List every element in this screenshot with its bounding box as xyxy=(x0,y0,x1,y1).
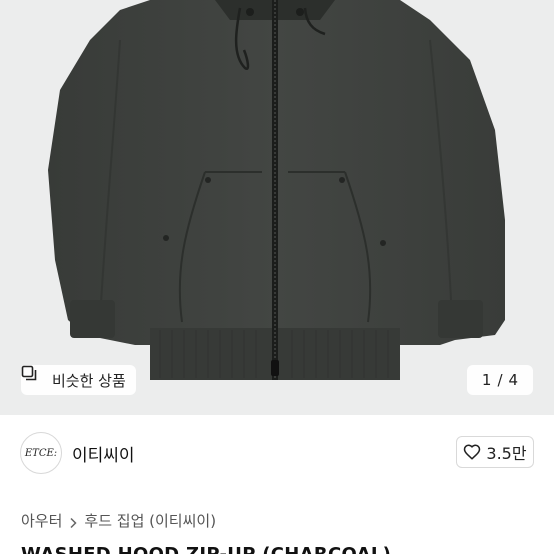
breadcrumb-subcategory[interactable]: 후드 집업 (이티씨이) xyxy=(84,510,216,531)
image-counter-separator: / xyxy=(497,371,503,389)
product-image[interactable]: 비슷한 상품 1 / 4 xyxy=(0,0,554,415)
like-count: 3.5만 xyxy=(486,444,527,463)
similar-items-icon xyxy=(21,365,46,388)
shop-logo-text: ETCE: xyxy=(24,447,58,459)
similar-items-label: 비슷한 상품 xyxy=(52,371,126,390)
shop-row: ETCE: 이티씨이 3.5만 xyxy=(0,415,554,489)
heart-icon xyxy=(463,443,481,461)
similar-items-button[interactable]: 비슷한 상품 xyxy=(21,365,136,395)
breadcrumb-category[interactable]: 아우터 xyxy=(21,510,62,531)
breadcrumb: 아우터 후드 집업 (이티씨이) xyxy=(21,510,216,531)
product-title: WASHED HOOD ZIP-UP (CHARCOAL) xyxy=(21,544,391,554)
like-button[interactable]: 3.5만 xyxy=(456,436,534,468)
chevron-right-icon xyxy=(68,515,78,528)
image-counter-total: 4 xyxy=(508,371,519,389)
shop-logo[interactable]: ETCE: xyxy=(20,432,62,474)
image-counter-current: 1 xyxy=(481,371,492,389)
shop-name[interactable]: 이티씨이 xyxy=(72,441,135,466)
image-counter: 1 / 4 xyxy=(467,365,533,395)
hoodie-illustration xyxy=(48,0,505,380)
